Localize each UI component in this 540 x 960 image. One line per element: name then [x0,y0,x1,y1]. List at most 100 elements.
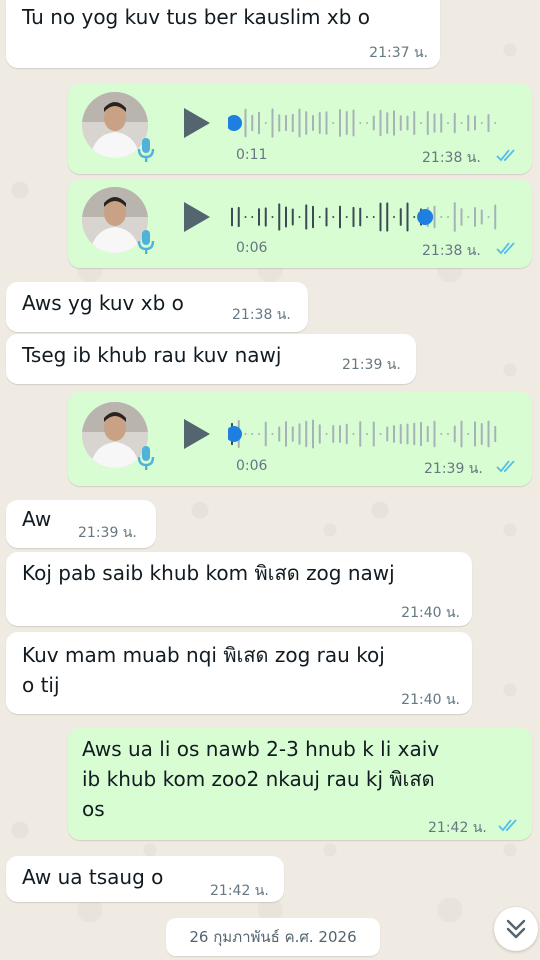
waveform-bar [332,425,335,443]
waveform-bar [291,426,294,442]
waveform-bar [271,108,274,138]
waveform-bar [393,216,395,218]
message-text: Kuv mam muab nqi พิเสด zog rau koj o tij [22,643,385,697]
waveform-bar [285,421,287,447]
waveform-bar [399,115,402,131]
waveform-bar [359,207,362,227]
waveform-bar [420,122,422,124]
waveform-bar [386,202,389,232]
message-incoming[interactable]: Tseg ib khub rau kuv nawj 21:39 น. [6,334,416,384]
waveform-bar [386,112,389,134]
voice-duration: 0:06 [236,458,268,474]
waveform-bar [339,425,341,443]
waveform-bar [244,433,247,435]
voice-duration: 0:06 [236,240,268,256]
waveform-bar [447,433,449,435]
waveform-bar [318,216,321,218]
waveform-bar [312,115,314,131]
waveform-bar [352,109,355,137]
waveform-bar [460,420,463,448]
waveform-bar [325,111,328,135]
waveform-bar [453,202,456,232]
mic-icon [137,230,155,254]
waveform-bar [305,420,308,448]
waveform-bar [298,423,301,445]
message-time: 21:39 น. [342,357,401,373]
waveform-bar [467,114,470,132]
message-time: 21:40 น. [401,692,460,708]
playback-position-dot[interactable] [417,209,434,225]
waveform-bar [251,114,254,132]
waveform-bar [474,115,476,131]
message-incoming[interactable]: Tu no yog kuv tus ber kauslim xb o 21:37… [6,0,440,68]
waveform-bar [467,433,470,435]
waveform-bar [494,122,497,124]
waveform-bar [231,207,233,227]
waveform-bar [244,108,247,138]
double-check-icon [496,149,515,162]
waveform-bar [399,424,402,444]
waveform-bar [487,114,490,132]
message-time: 21:38 น. [422,150,481,166]
waveform-bar [285,114,287,132]
message-time: 21:40 น. [401,605,460,621]
message-time: 21:38 น. [422,243,481,259]
waveform-bar [237,206,240,228]
waveform-bar [406,202,409,232]
waveform-bar [447,216,449,218]
waveform-bar [345,423,348,445]
play-icon[interactable] [182,106,212,140]
message-text: Tu no yog kuv tus ber kauslim xb o [22,5,370,29]
waveform-bar [474,421,476,447]
message-time: 21:38 น. [232,307,291,323]
message-incoming[interactable]: Koj pab saib khub kom พิเสด zog nawj 21:… [6,552,472,626]
playback-position-dot[interactable] [228,426,242,442]
date-chip: 26 กุมภาพันธ์ ค.ศ. 2026 [166,918,380,956]
voice-message-outgoing[interactable]: 0:06 21:39 น. [68,392,532,486]
waveform-bar [366,433,368,435]
waveform-bar [359,122,362,124]
waveform-bar [379,202,382,232]
message-text: Aws ua li os nawb 2-3 hnub k li xaiv ib … [82,737,440,821]
play-icon[interactable] [182,417,212,451]
scroll-to-bottom-button[interactable] [494,907,538,951]
voice-message-outgoing[interactable]: 0:06 21:38 น. [68,180,532,268]
waveform-bar [440,216,443,218]
waveform-bar [413,422,416,446]
waveform-bar [460,208,463,226]
waveform-bar [399,208,402,226]
message-incoming[interactable]: Kuv mam muab nqi พิเสด zog rau koj o tij… [6,632,472,714]
waveform-bar [372,216,375,218]
waveform-1[interactable] [228,105,498,141]
waveform-bar [244,216,247,218]
waveform-bar [285,206,287,228]
waveform-bar [251,433,254,435]
waveform-bar [291,113,294,133]
message-incoming[interactable]: Aw 21:39 น. [6,500,156,548]
playback-position-dot[interactable] [228,115,242,131]
waveform-bar [258,208,260,226]
message-text: Koj pab saib khub kom พิเสด zog nawj [22,561,395,585]
waveform-bar [264,122,267,124]
waveform-bar [271,216,274,218]
waveform-bar [474,206,476,228]
waveform-bar [480,209,483,225]
waveform-2[interactable] [228,199,498,235]
message-outgoing[interactable]: Aws ua li os nawb 2-3 hnub k li xaiv ib … [68,728,532,840]
waveform-bar [366,122,368,124]
double-check-icon [496,242,515,255]
waveform-bar [345,110,348,136]
waveform-bar [318,424,321,444]
message-text: Aw [22,507,52,531]
waveform-bar [379,109,382,137]
waveform-bar [460,122,463,124]
waveform-bar [298,108,301,138]
waveform-bar [366,216,368,218]
message-incoming[interactable]: Aws yg kuv xb o 21:38 น. [6,282,308,332]
waveform-3[interactable] [228,416,498,452]
waveform-bar [453,112,456,134]
voice-message-outgoing[interactable]: 0:11 21:38 น. [68,84,532,174]
message-incoming[interactable]: Aw ua tsaug o 21:42 น. [6,856,284,902]
play-icon[interactable] [182,200,212,234]
waveform-bar [480,422,483,446]
